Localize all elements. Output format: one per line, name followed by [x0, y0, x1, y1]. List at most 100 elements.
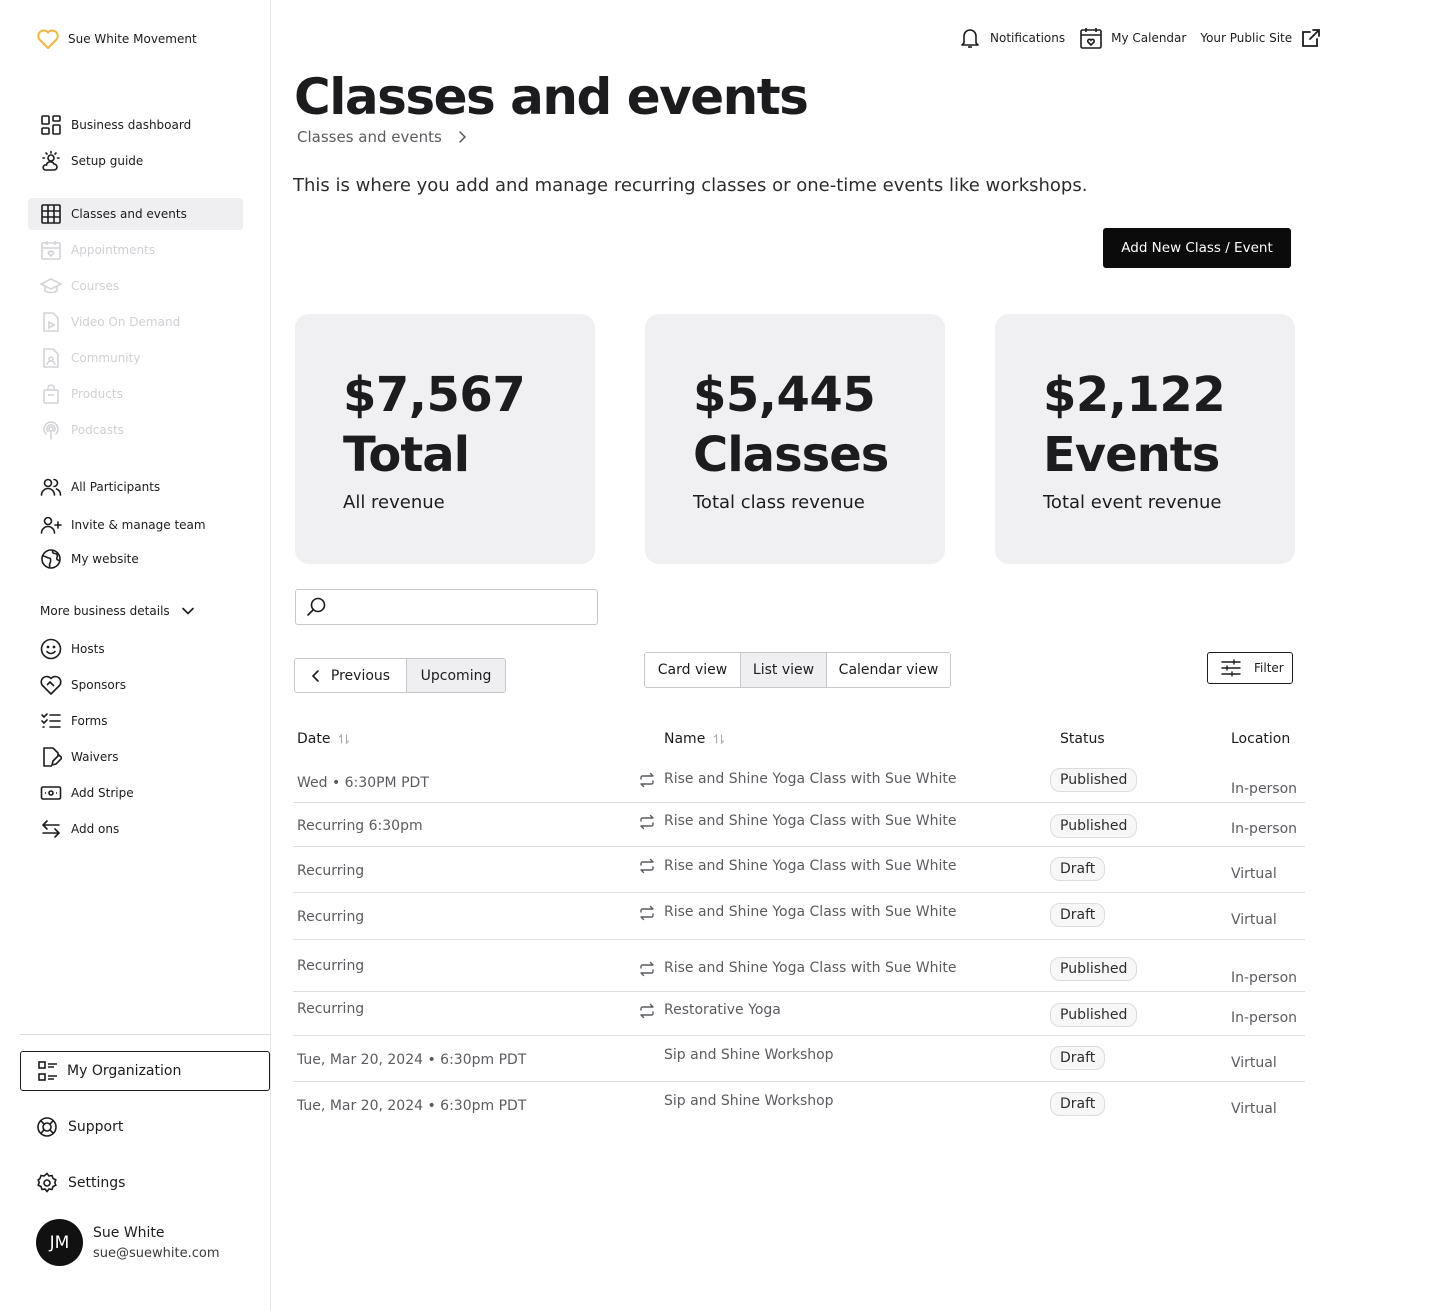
user-profile[interactable]: JM Sue White sue@suewhite.com [36, 1219, 220, 1266]
my-calendar-button[interactable]: My Calendar [1079, 26, 1186, 50]
row-name[interactable]: Rise and Shine Yoga Class with Sue White [664, 813, 957, 829]
external-link-icon [1302, 29, 1321, 47]
sidebar-item-label: Sponsors [71, 678, 126, 692]
add-class-event-button[interactable]: Add New Class / Event [1103, 228, 1291, 268]
table-row[interactable]: Recurring Rise and Shine Yoga Class with… [293, 893, 1305, 940]
view-toggle: Card view List view Calendar view [644, 652, 951, 688]
stat-amount: $7,567 [343, 367, 526, 423]
sidebar-item-video-on-demand[interactable]: Video On Demand [28, 306, 243, 338]
row-location: Virtual [1231, 912, 1277, 928]
row-name[interactable]: Sip and Shine Workshop [664, 1047, 834, 1063]
sidebar-item-all-participants[interactable]: All Participants [28, 471, 243, 503]
row-name[interactable]: Rise and Shine Yoga Class with Sue White [664, 771, 957, 787]
breadcrumb-item[interactable]: Classes and events [297, 128, 442, 146]
table-row[interactable]: Recurring 6:30pm Rise and Shine Yoga Cla… [293, 803, 1305, 847]
my-organization-button[interactable]: My Organization [20, 1051, 270, 1091]
table-row[interactable]: Recurring Rise and Shine Yoga Class with… [293, 940, 1305, 992]
users-icon [40, 478, 62, 496]
card-view-button[interactable]: Card view [645, 653, 741, 687]
sort-icon [339, 733, 350, 745]
upcoming-button[interactable]: Upcoming [407, 659, 505, 692]
list-view-button[interactable]: List view [741, 653, 827, 687]
stat-amount: $2,122 [1043, 367, 1226, 423]
my-organization-label: My Organization [67, 1063, 182, 1079]
header-label: Name [664, 731, 706, 747]
stat-card-total: $7,567 Total All revenue [295, 314, 595, 564]
row-name[interactable]: Rise and Shine Yoga Class with Sue White [664, 960, 957, 976]
repeat-icon [640, 772, 654, 788]
row-name[interactable]: Rise and Shine Yoga Class with Sue White [664, 858, 957, 874]
bell-icon [961, 29, 979, 48]
sidebar-item-invite-team[interactable]: Invite & manage team [28, 509, 243, 541]
row-date: Recurring 6:30pm [297, 818, 423, 834]
notifications-button[interactable]: Notifications [958, 26, 1065, 50]
status-badge: Published [1050, 957, 1138, 981]
sidebar-item-label: Hosts [71, 642, 105, 656]
sidebar-item-setup-guide[interactable]: Setup guide [28, 145, 243, 177]
user-name: Sue White [93, 1224, 165, 1241]
public-site-link[interactable]: Your Public Site [1200, 27, 1322, 49]
sidebar-item-podcasts[interactable]: Podcasts [28, 414, 243, 446]
sun-cloud-icon [42, 150, 60, 171]
filter-button[interactable]: Filter [1207, 652, 1293, 684]
page-description: This is where you add and manage recurri… [293, 175, 1088, 196]
sidebar-divider [20, 1034, 270, 1035]
sidebar-item-sponsors[interactable]: Sponsors [28, 669, 243, 701]
column-header-status: Status [1060, 731, 1105, 747]
row-date: Tue, Mar 20, 2024 • 6:30pm PDT [297, 1052, 527, 1068]
people-nav: All Participants Invite & manage team My… [28, 471, 243, 575]
column-header-name[interactable]: Name [664, 731, 725, 747]
sidebar-item-products[interactable]: Products [28, 378, 243, 410]
sidebar-item-business-dashboard[interactable]: Business dashboard [28, 109, 243, 141]
settings-link[interactable]: Settings [36, 1172, 125, 1194]
table-row[interactable]: Wed • 6:30PM PDT Rise and Shine Yoga Cla… [293, 762, 1305, 803]
calendar-view-button[interactable]: Calendar view [827, 653, 950, 687]
sidebar-item-community[interactable]: Community [28, 342, 243, 374]
sidebar-item-add-ons[interactable]: Add ons [28, 813, 243, 845]
sidebar-item-label: Waivers [71, 750, 119, 764]
lifebuoy-icon [37, 1117, 57, 1137]
stat-label: Classes [693, 427, 889, 483]
table-row[interactable]: Tue, Mar 20, 2024 • 6:30pm PDT Sip and S… [293, 1082, 1305, 1128]
sidebar-item-label: All Participants [71, 480, 161, 494]
row-name[interactable]: Restorative Yoga [664, 1002, 781, 1018]
sidebar-item-waivers[interactable]: Waivers [28, 741, 243, 773]
table-row[interactable]: Tue, Mar 20, 2024 • 6:30pm PDT Sip and S… [293, 1036, 1305, 1082]
row-date: Recurring [297, 909, 365, 925]
previous-label: Previous [330, 667, 391, 684]
row-name[interactable]: Rise and Shine Yoga Class with Sue White [664, 904, 957, 920]
row-location: In-person [1231, 781, 1298, 797]
dashboard-icon [41, 115, 61, 135]
sidebar-item-appointments[interactable]: Appointments [28, 234, 243, 266]
sidebar-item-classes-and-events[interactable]: Classes and events [28, 198, 243, 230]
document-edit-icon [43, 747, 62, 767]
column-header-date[interactable]: Date [297, 731, 350, 747]
sidebar-item-forms[interactable]: Forms [28, 705, 243, 737]
calendar-heart-icon [1080, 28, 1102, 49]
sidebar-item-courses[interactable]: Courses [28, 270, 243, 302]
status-badge: Published [1050, 1003, 1138, 1027]
sidebar-item-hosts[interactable]: Hosts [28, 633, 243, 665]
sidebar-item-label: Setup guide [71, 154, 144, 168]
sidebar-item-add-stripe[interactable]: Add Stripe [28, 777, 243, 809]
graduation-cap-icon [40, 278, 62, 294]
support-link[interactable]: Support [36, 1116, 123, 1138]
sidebar-item-label: Appointments [71, 243, 156, 257]
sidebar-item-label: Classes and events [71, 207, 187, 221]
brand[interactable]: Sue White Movement [36, 28, 197, 50]
more-business-details-toggle[interactable]: More business details [40, 603, 196, 619]
sidebar-item-my-website[interactable]: My website [28, 543, 243, 575]
user-plus-icon [40, 516, 62, 534]
previous-button[interactable]: Previous [295, 659, 407, 692]
table-row[interactable]: Recurring Rise and Shine Yoga Class with… [293, 847, 1305, 893]
stat-sublabel: Total event revenue [1043, 492, 1222, 513]
search-input[interactable] [334, 599, 584, 615]
header-label: Status [1060, 731, 1105, 747]
details-nav: Hosts Sponsors Forms Waivers Add Stripe … [28, 633, 243, 845]
status-badge: Draft [1050, 1092, 1106, 1116]
main-nav: Business dashboard Setup guide [28, 109, 243, 177]
table-row[interactable]: Recurring Restorative Yoga Published In-… [293, 992, 1305, 1036]
search-icon [307, 597, 326, 616]
brand-name: Sue White Movement [68, 32, 197, 46]
row-name[interactable]: Sip and Shine Workshop [664, 1093, 834, 1109]
